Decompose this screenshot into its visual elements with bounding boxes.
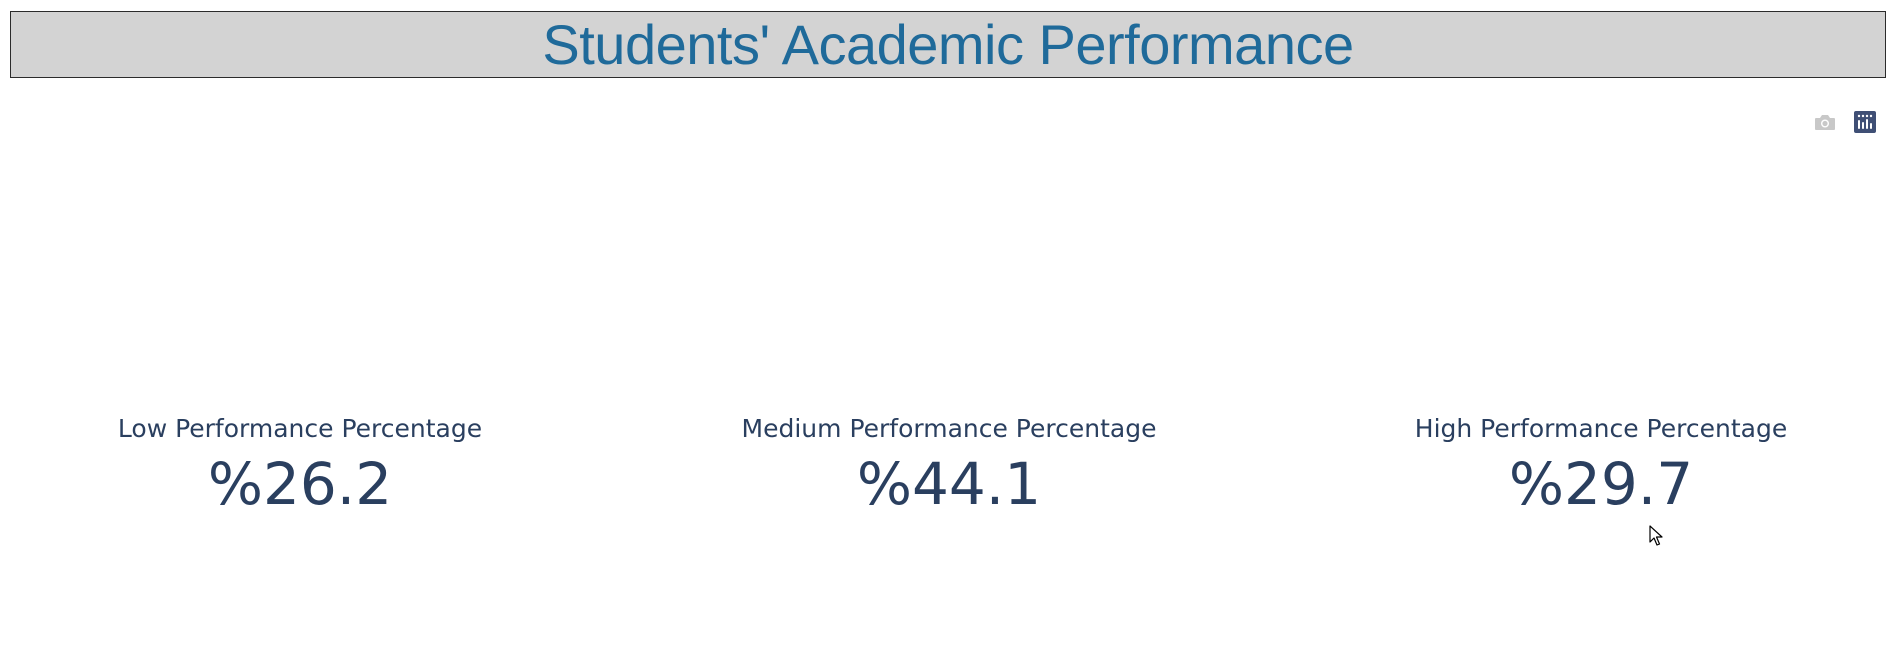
indicator-high: High Performance Percentage %29.7 <box>1301 411 1896 519</box>
page-header: Students' Academic Performance <box>10 11 1886 78</box>
mouse-cursor-icon <box>1649 525 1665 551</box>
indicator-low: Low Performance Percentage %26.2 <box>0 411 600 519</box>
plot-modebar <box>1812 111 1878 133</box>
indicator-medium: Medium Performance Percentage %44.1 <box>649 411 1249 519</box>
plotly-logo-icon <box>1854 111 1876 133</box>
plotly-logo-button[interactable] <box>1852 111 1878 133</box>
page-title: Students' Academic Performance <box>542 12 1354 76</box>
indicator-high-value: %29.7 <box>1508 450 1694 518</box>
indicator-high-title: High Performance Percentage <box>1414 414 1788 443</box>
indicator-low-title: Low Performance Percentage <box>117 414 483 443</box>
download-png-button[interactable] <box>1812 113 1838 131</box>
indicator-low-value: %26.2 <box>207 450 393 518</box>
indicator-medium-title: Medium Performance Percentage <box>741 414 1157 443</box>
indicator-medium-value: %44.1 <box>856 450 1042 518</box>
camera-icon <box>1815 115 1835 130</box>
